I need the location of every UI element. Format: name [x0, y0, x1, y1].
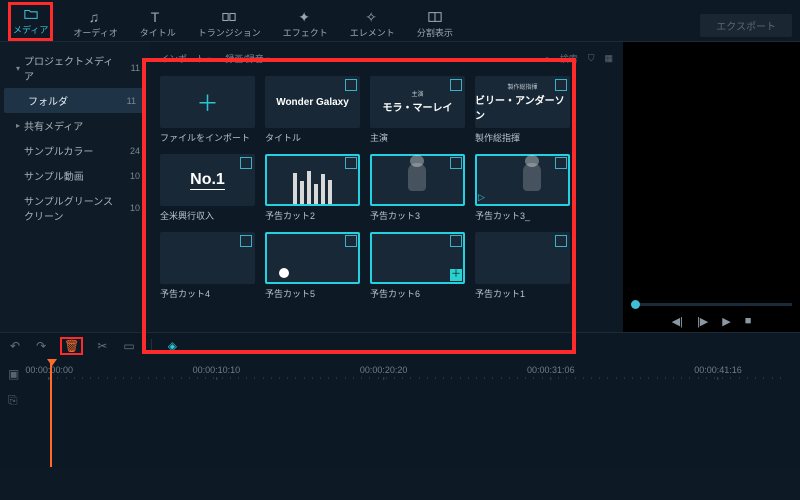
- sidebar-item-project-media[interactable]: ▾ プロジェクトメディア 11: [0, 48, 150, 88]
- tab-effect[interactable]: ✦ エフェクト: [281, 8, 330, 41]
- chevron-down-icon: ▾: [14, 64, 22, 73]
- media-item-no1[interactable]: No.1 全米興行収入: [160, 154, 255, 222]
- tab-title[interactable]: T タイトル: [138, 8, 178, 41]
- delete-button[interactable]: 🗑: [62, 339, 81, 353]
- tab-label: エフェクト: [283, 26, 328, 39]
- record-dropdown[interactable]: 録画/録音: [225, 52, 270, 65]
- prev-frame-button[interactable]: ◀|: [672, 315, 683, 328]
- sidebar-item-sample-green[interactable]: サンプルグリーンスクリーン 10: [0, 188, 150, 228]
- playhead[interactable]: [50, 361, 52, 467]
- cut-button[interactable]: ✂: [97, 339, 107, 353]
- tab-transition[interactable]: トランジション: [196, 8, 263, 41]
- timeline-ruler[interactable]: 00:00:00:00 00:00:10:10 00:00:20:20 00:0…: [34, 365, 794, 379]
- badge-icon: [555, 157, 567, 169]
- badge-icon: [240, 235, 252, 247]
- media-item-cut2[interactable]: 予告カット2: [265, 154, 360, 222]
- top-toolbar: メディア ♫ オーディオ T タイトル トランジション ✦ エフェクト ✧ エレ…: [0, 0, 800, 42]
- preview-scrubber[interactable]: [631, 303, 792, 306]
- search-icon[interactable]: ⌕: [545, 53, 550, 64]
- sidebar-item-shared[interactable]: ▸ 共有メディア: [0, 113, 150, 138]
- split-icon: [428, 10, 442, 24]
- text-icon: T: [151, 10, 165, 24]
- media-grid: ＋ ファイルをインポート Wonder Galaxy タイトル 主演モラ・マーレ…: [160, 76, 570, 300]
- tab-split[interactable]: 分割表示: [415, 8, 455, 41]
- marker-button[interactable]: ◈: [168, 339, 177, 353]
- add-icon[interactable]: ＋: [450, 269, 462, 281]
- ruler-tick: 00:00:20:20: [360, 365, 408, 380]
- media-item-cut3[interactable]: 予告カット3: [370, 154, 465, 222]
- undo-button[interactable]: ↶: [10, 339, 20, 353]
- link-track-icon[interactable]: ⎘: [8, 393, 19, 408]
- crop-button[interactable]: ▭: [123, 339, 134, 353]
- tab-media[interactable]: メディア: [8, 2, 53, 41]
- sparkle-icon: ✦: [298, 10, 312, 24]
- ruler-tick: 00:00:41:16: [694, 365, 742, 380]
- view-grid-icon[interactable]: ▦: [604, 53, 613, 64]
- next-frame-button[interactable]: |▶: [697, 315, 708, 328]
- sidebar-item-folder[interactable]: フォルダ 11: [4, 88, 146, 113]
- import-tile[interactable]: ＋ ファイルをインポート: [160, 76, 255, 144]
- tab-label: 分割表示: [417, 26, 453, 39]
- folder-icon: [24, 7, 38, 21]
- badge-icon: [450, 235, 462, 247]
- redo-button[interactable]: ↷: [36, 339, 46, 353]
- sidebar-item-sample-video[interactable]: サンプル動画 10: [0, 163, 150, 188]
- media-item-cut5[interactable]: 予告カット5: [265, 232, 360, 300]
- play-button[interactable]: ▶: [722, 315, 730, 328]
- transition-icon: [222, 10, 236, 24]
- chevron-right-icon: ▸: [14, 121, 22, 130]
- tab-label: オーディオ: [73, 26, 117, 39]
- media-item-cut6[interactable]: ＋ 予告カット6: [370, 232, 465, 300]
- badge-icon: [345, 157, 357, 169]
- media-panel: インポート 録画/録音 ⌕ 検索 ⛉ ▦ ＋ ファイルをインポート: [150, 42, 623, 332]
- media-sidebar: ▾ プロジェクトメディア 11 フォルダ 11 ▸ 共有メディア サンプルカラー…: [0, 42, 150, 332]
- badge-icon: [555, 235, 567, 247]
- media-item-lead[interactable]: 主演モラ・マーレイ 主演: [370, 76, 465, 144]
- media-panel-header: インポート 録画/録音 ⌕ 検索 ⛉ ▦: [160, 48, 613, 68]
- ruler-tick: 00:00:10:10: [193, 365, 241, 380]
- tab-element[interactable]: ✧ エレメント: [348, 8, 397, 41]
- preview-panel: ◀| |▶ ▶ ■: [623, 42, 800, 332]
- plus-icon: ＋: [196, 86, 218, 118]
- tab-audio[interactable]: ♫ オーディオ: [71, 8, 119, 41]
- badge-icon: [450, 157, 462, 169]
- import-dropdown[interactable]: インポート: [160, 52, 211, 65]
- badge-icon: [240, 157, 252, 169]
- badge-icon: [555, 79, 567, 91]
- tab-label: エレメント: [350, 26, 395, 39]
- music-icon: ♫: [89, 10, 103, 24]
- sidebar-item-sample-color[interactable]: サンプルカラー 24: [0, 138, 150, 163]
- badge-icon: [345, 79, 357, 91]
- stop-button[interactable]: ■: [745, 315, 752, 328]
- export-button[interactable]: エクスポート: [700, 14, 792, 37]
- tab-label: トランジション: [198, 26, 261, 39]
- timeline: ↶ ↷ 🗑 ✂ ▭ ◈ ▣ ⎘ 00:00:00:00 00:00:10:10 …: [0, 332, 800, 467]
- media-item-cut4[interactable]: 予告カット4: [160, 232, 255, 300]
- media-item-cut1[interactable]: 予告カット1: [475, 232, 570, 300]
- filter-icon[interactable]: ⛉: [588, 53, 595, 64]
- tab-label: タイトル: [140, 26, 176, 39]
- play-icon: ▷: [478, 192, 485, 203]
- media-item-title[interactable]: Wonder Galaxy タイトル: [265, 76, 360, 144]
- media-item-cut3b[interactable]: ▷ 予告カット3_: [475, 154, 570, 222]
- badge-icon: [450, 79, 462, 91]
- star-icon: ✧: [365, 10, 379, 24]
- media-item-producer[interactable]: 製作総指揮ビリー・アンダーソン 製作総指揮: [475, 76, 570, 144]
- search-placeholder[interactable]: 検索: [560, 52, 578, 65]
- badge-icon: [345, 235, 357, 247]
- scrubber-knob[interactable]: [631, 300, 640, 309]
- lock-track-icon[interactable]: ▣: [8, 367, 19, 381]
- tab-label: メディア: [13, 23, 48, 36]
